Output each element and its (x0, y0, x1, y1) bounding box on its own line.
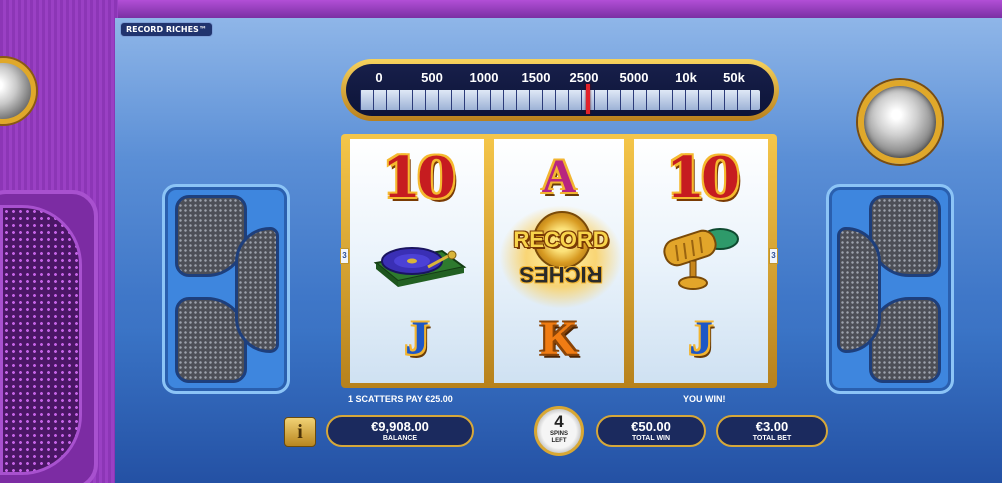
dial-ticks (360, 90, 760, 110)
reel-1: 10 J (350, 139, 484, 383)
spins-caption-line1: SPINS (549, 431, 568, 437)
right-speaker (826, 184, 954, 394)
payline-marker-left: 3 (340, 248, 349, 264)
left-speaker-mesh-side (235, 227, 279, 353)
total-bet-display[interactable]: €3.00 TOTAL BET (716, 415, 828, 447)
symbol-ten: 10 (666, 145, 740, 211)
dial-label-50k: 50k (723, 70, 745, 85)
right-speaker-mesh-side (837, 227, 881, 353)
dial-label-2500: 2500 (569, 70, 599, 85)
info-button[interactable]: i (284, 417, 316, 447)
microphone-icon (663, 228, 739, 290)
dial-label-1000: 1000 (469, 70, 499, 85)
turntable-icon (373, 247, 467, 287)
total-win-caption: TOTAL WIN (631, 435, 671, 442)
cabinet-top (0, 0, 1002, 18)
logo-word-record: RECORD (513, 227, 609, 252)
dial-needle (586, 84, 590, 114)
spins-left-count: 4 (554, 412, 564, 431)
dial-label-10k: 10k (675, 70, 697, 85)
symbol-ten: 10 (382, 145, 456, 211)
right-knob (858, 80, 942, 164)
dial-label-5000: 5000 (619, 70, 649, 85)
logo-word-riches: RICHES (519, 262, 603, 287)
scatter-pay-message: 1 SCATTERS PAY €25.00 (348, 394, 453, 404)
total-win-display: €50.00 TOTAL WIN (596, 415, 706, 447)
win-message: YOU WIN! (683, 394, 726, 404)
total-bet-caption: TOTAL BET (752, 435, 792, 442)
tuner-dial-face: 0 500 1000 1500 2500 5000 10k 50k (346, 64, 774, 116)
dial-label-500: 500 (421, 70, 443, 85)
balance-display: €9,908.00 BALANCE (326, 415, 474, 447)
record-riches-wild-symbol: RECORD RICHES (499, 205, 623, 309)
reel-3: 10 J (634, 139, 768, 383)
total-win-value: €50.00 (631, 419, 671, 434)
spins-caption-line2: LEFT (551, 438, 567, 444)
symbol-j: J (689, 312, 713, 365)
symbol-a: A (541, 150, 577, 203)
dial-label-0: 0 (375, 70, 383, 85)
game-title-badge: RECORD RICHES™ (120, 22, 213, 37)
balance-caption: BALANCE (382, 435, 418, 442)
left-cabinet-speaker-mesh (0, 205, 82, 475)
total-bet-value: €3.00 (755, 419, 789, 434)
symbol-k: K (540, 312, 578, 365)
payline-marker-right: 3 (769, 248, 778, 264)
dial-scale (360, 90, 760, 110)
symbol-j: J (405, 312, 429, 365)
tuner-dial: 0 500 1000 1500 2500 5000 10k 50k (341, 59, 779, 121)
left-speaker (162, 184, 290, 394)
dial-label-1500: 1500 (521, 70, 551, 85)
spins-left-badge: 4 SPINS LEFT (534, 406, 584, 456)
balance-value: €9,908.00 (371, 419, 429, 434)
